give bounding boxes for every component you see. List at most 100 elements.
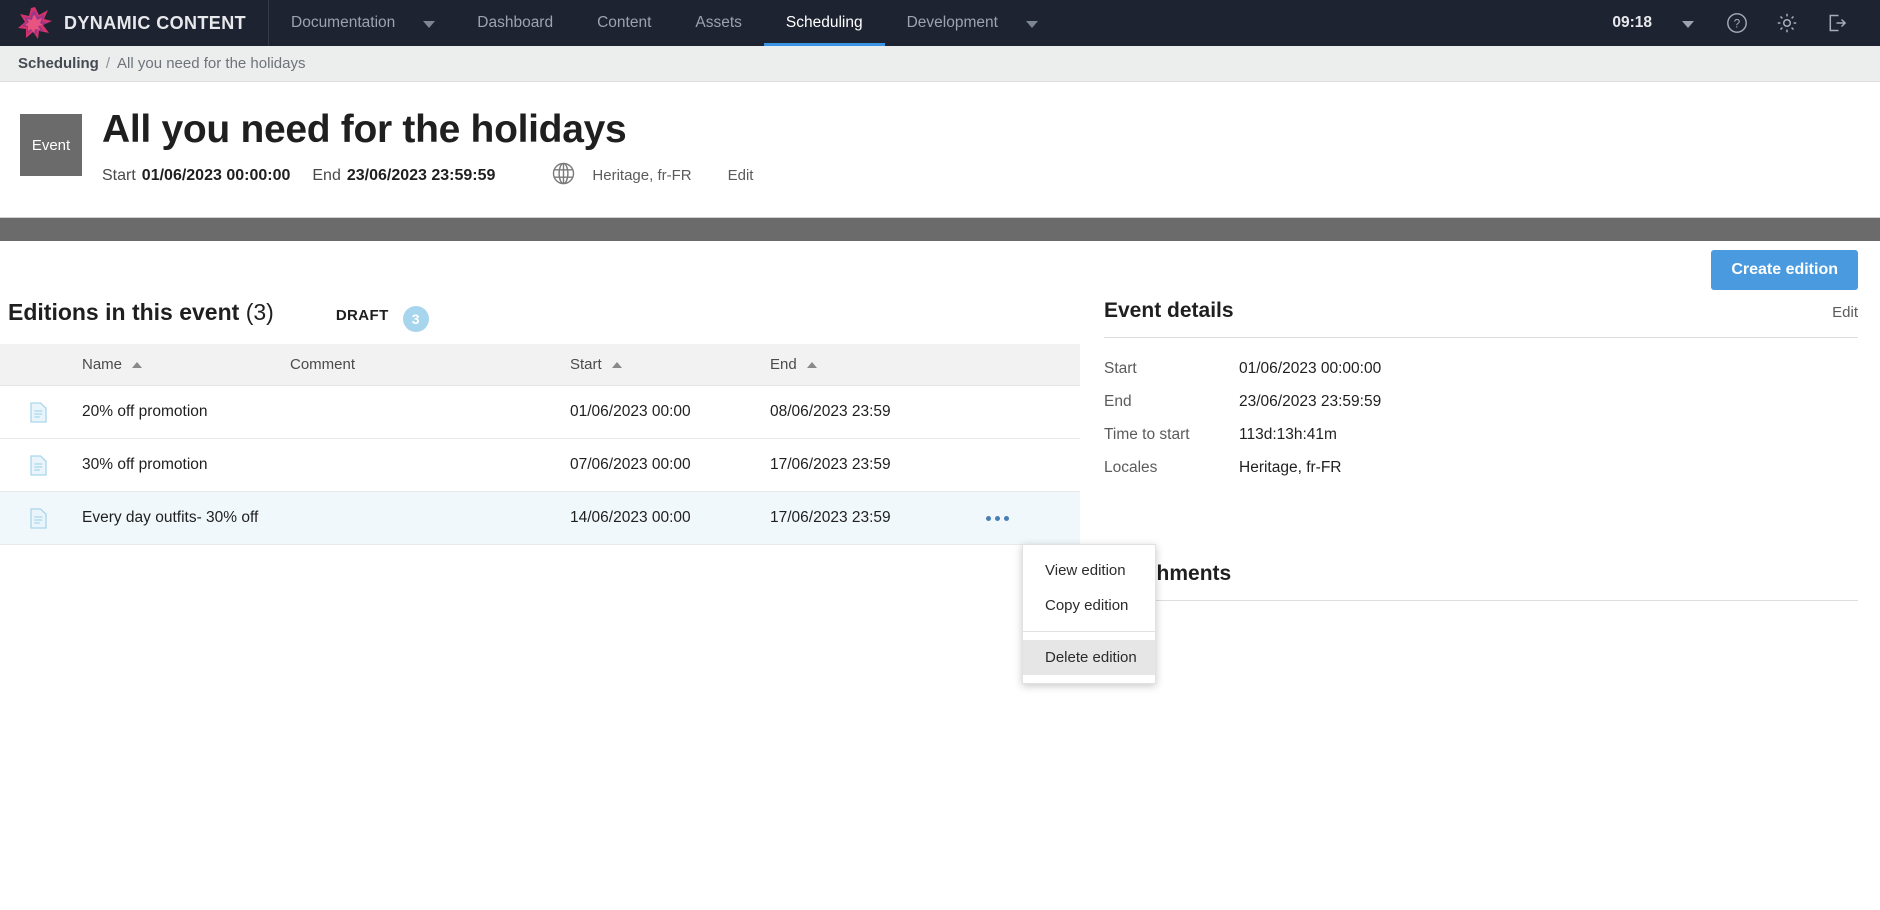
event-details-edit-link[interactable]: Edit bbox=[1832, 304, 1858, 321]
column-header-comment[interactable]: Comment bbox=[290, 343, 570, 387]
cell-actions bbox=[980, 439, 1080, 492]
column-header-name[interactable]: Name bbox=[0, 343, 290, 387]
detail-key: End bbox=[1104, 392, 1132, 410]
editions-header: Editions in this event (3) DRAFT 3 bbox=[0, 299, 1080, 344]
brand-name: DYNAMIC CONTENT bbox=[64, 12, 246, 33]
event-header: Event All you need for the holidays Star… bbox=[0, 82, 1880, 217]
editions-table: Name Comment Start End 20% off promotion… bbox=[0, 343, 1080, 546]
context-menu-divider bbox=[1023, 631, 1155, 632]
row-actions-menu-button[interactable] bbox=[980, 515, 1080, 521]
detail-key: Locales bbox=[1104, 458, 1158, 476]
event-edit-link[interactable]: Edit bbox=[728, 167, 754, 184]
star-burst-logo-icon bbox=[18, 6, 52, 40]
context-menu-item-view-edition[interactable]: View edition bbox=[1023, 553, 1155, 588]
logout-icon[interactable] bbox=[1812, 0, 1862, 46]
column-header-end[interactable]: End bbox=[770, 343, 980, 387]
event-details-panel: Event details Edit Start 01/06/2023 00:0… bbox=[1080, 299, 1880, 601]
nav-item-development[interactable]: Development bbox=[885, 0, 1058, 46]
end-label: End bbox=[312, 166, 341, 184]
chevron-down-icon bbox=[423, 21, 436, 28]
nav-right-group: 09:18 ? bbox=[1602, 0, 1880, 46]
editions-table-body: 20% off promotion 01/06/2023 00:00 08/06… bbox=[0, 386, 1080, 545]
detail-row-locales: Locales Heritage, fr-FR bbox=[1104, 459, 1858, 492]
brand-area[interactable]: DYNAMIC CONTENT bbox=[0, 0, 269, 46]
column-header-start[interactable]: Start bbox=[570, 343, 770, 387]
document-icon bbox=[30, 455, 47, 476]
sort-ascending-icon bbox=[806, 361, 817, 368]
detail-key: Start bbox=[1104, 359, 1137, 377]
edition-name: Every day outfits- 30% off bbox=[82, 509, 259, 527]
draft-filter-label[interactable]: DRAFT bbox=[336, 307, 389, 324]
end-value: 23/06/2023 23:59:59 bbox=[346, 166, 496, 184]
table-header-row: Name Comment Start End bbox=[0, 343, 1080, 387]
nav-item-label: Scheduling bbox=[785, 14, 863, 31]
nav-item-label: Development bbox=[906, 14, 998, 31]
column-label: Start bbox=[570, 356, 602, 374]
chevron-down-icon[interactable] bbox=[1664, 0, 1712, 46]
action-bar: Create edition bbox=[0, 240, 1880, 299]
start-label: Start bbox=[102, 166, 136, 184]
cell-start: 14/06/2023 00:00 bbox=[570, 509, 691, 527]
svg-text:?: ? bbox=[1734, 18, 1740, 30]
nav-item-dashboard[interactable]: Dashboard bbox=[455, 0, 575, 46]
editions-panel: Editions in this event (3) DRAFT 3 Name bbox=[0, 299, 1080, 546]
table-row[interactable]: 20% off promotion 01/06/2023 00:00 08/06… bbox=[0, 386, 1080, 439]
column-label: Comment bbox=[290, 356, 356, 374]
page-title: All you need for the holidays bbox=[102, 108, 627, 151]
locale-group: Heritage, fr-FR Edit bbox=[551, 161, 753, 191]
event-details-header: Event details Edit bbox=[1104, 299, 1858, 337]
cell-comment bbox=[290, 386, 570, 439]
locales-value: Heritage, fr-FR bbox=[592, 167, 692, 185]
cell-name: 20% off promotion bbox=[0, 386, 290, 439]
gear-icon[interactable] bbox=[1762, 0, 1812, 46]
edition-name: 30% off promotion bbox=[82, 456, 208, 474]
detail-value: Heritage, fr-FR bbox=[1239, 458, 1342, 476]
cell-comment bbox=[290, 492, 570, 545]
column-header-actions bbox=[980, 343, 1080, 387]
detail-row-start: Start 01/06/2023 00:00:00 bbox=[1104, 360, 1858, 393]
editions-table-head: Name Comment Start End bbox=[0, 343, 1080, 387]
detail-value: 113d:13h:41m bbox=[1239, 425, 1337, 443]
section-divider-stripe bbox=[0, 216, 1880, 241]
event-details-title: Event details bbox=[1104, 298, 1234, 322]
column-label: End bbox=[770, 356, 797, 374]
row-context-menu: View edition Copy edition Delete edition bbox=[1022, 544, 1156, 684]
cell-comment bbox=[290, 439, 570, 492]
sort-ascending-icon bbox=[132, 361, 143, 368]
nav-item-documentation[interactable]: Documentation bbox=[269, 0, 455, 46]
cell-actions bbox=[980, 492, 1080, 545]
detail-row-end: End 23/06/2023 23:59:59 bbox=[1104, 393, 1858, 426]
cell-start: 01/06/2023 00:00 bbox=[570, 403, 691, 421]
cell-name: 30% off promotion bbox=[0, 439, 290, 492]
edition-name: 20% off promotion bbox=[82, 403, 208, 421]
editions-title: Editions in this event (3) bbox=[8, 299, 274, 326]
detail-key: Time to start bbox=[1104, 425, 1190, 443]
clock-display: 09:18 bbox=[1612, 14, 1652, 31]
context-menu-item-delete-edition[interactable]: Delete edition bbox=[1023, 640, 1155, 675]
detail-row-time-to-start: Time to start 113d:13h:41m bbox=[1104, 426, 1858, 459]
cell-actions bbox=[980, 386, 1080, 439]
nav-item-content[interactable]: Content bbox=[575, 0, 673, 46]
nav-items: Documentation Dashboard Content Assets S… bbox=[269, 0, 1058, 46]
breadcrumb-separator: / bbox=[105, 55, 111, 72]
top-navigation-bar: DYNAMIC CONTENT Documentation Dashboard … bbox=[0, 0, 1880, 46]
help-icon[interactable]: ? bbox=[1712, 0, 1762, 46]
context-menu-item-copy-edition[interactable]: Copy edition bbox=[1023, 588, 1155, 623]
detail-value: 01/06/2023 00:00:00 bbox=[1239, 359, 1382, 377]
breadcrumb-current: All you need for the holidays bbox=[117, 55, 306, 72]
cell-name: Every day outfits- 30% off bbox=[0, 492, 290, 545]
breadcrumb-root-link[interactable]: Scheduling bbox=[18, 55, 99, 72]
sort-ascending-icon bbox=[611, 361, 622, 368]
document-icon bbox=[30, 508, 47, 529]
table-row[interactable]: 30% off promotion 07/06/2023 00:00 17/06… bbox=[0, 439, 1080, 492]
globe-icon bbox=[551, 161, 576, 191]
nav-item-assets[interactable]: Assets bbox=[673, 0, 764, 46]
nav-item-label: Dashboard bbox=[477, 14, 554, 31]
table-row[interactable]: Every day outfits- 30% off 14/06/2023 00… bbox=[0, 491, 1080, 545]
create-edition-button[interactable]: Create edition bbox=[1711, 249, 1858, 290]
editions-title-bold: Editions in this event bbox=[8, 298, 240, 325]
event-meta-row: Start 01/06/2023 00:00:00 End 23/06/2023… bbox=[102, 161, 753, 191]
main-content: Editions in this event (3) DRAFT 3 Name bbox=[0, 298, 1880, 601]
nav-item-scheduling[interactable]: Scheduling bbox=[763, 0, 885, 46]
cell-end: 17/06/2023 23:59 bbox=[770, 456, 891, 474]
